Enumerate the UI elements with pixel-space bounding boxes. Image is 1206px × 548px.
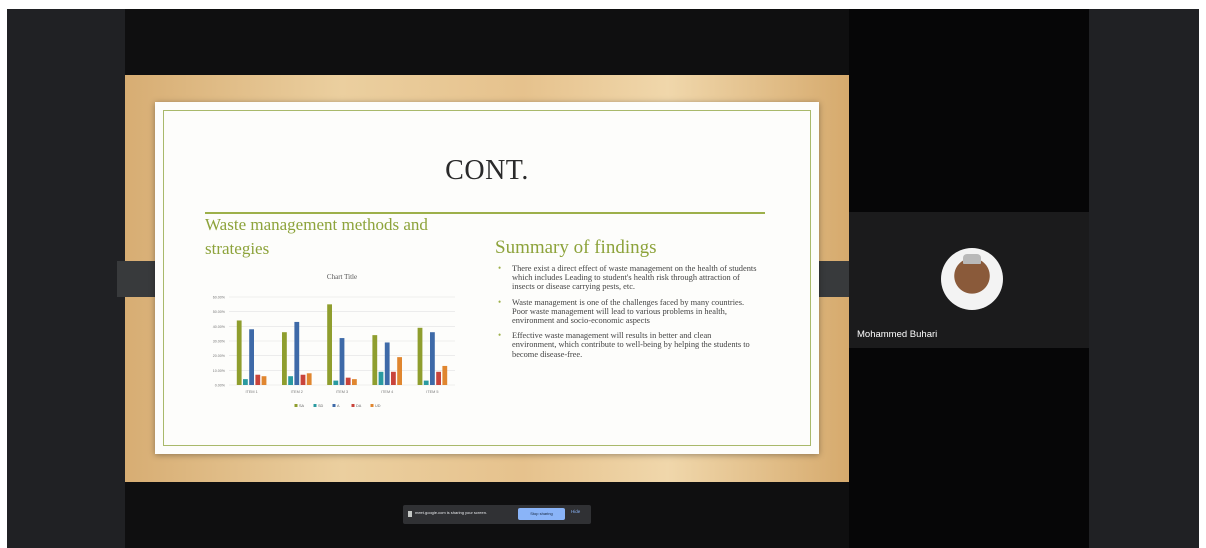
finding-item: There exist a direct effect of waste man…: [495, 264, 757, 292]
bar-ud-5: [442, 365, 448, 385]
left-heading: Waste management methods and strategies: [205, 215, 428, 258]
y-tick-label: 20.00%: [213, 354, 226, 358]
screen-share-bar: meet.google.com is sharing your screen. …: [403, 505, 591, 524]
y-tick-label: 30.00%: [213, 340, 226, 344]
legend-swatch: [294, 404, 298, 407]
avatar: [941, 248, 1003, 310]
x-tick-label: ITEM 1: [245, 390, 257, 394]
slide-title: CONT.: [445, 155, 529, 186]
findings-list: There exist a direct effect of waste man…: [495, 264, 757, 365]
x-tick-label: ITEM 5: [426, 390, 438, 394]
bar-da-4: [391, 371, 396, 385]
bar-ud-1: [261, 376, 267, 385]
bar-chart: Chart Title 0.00% 10.00% 20.00% 30.00% 40.00%…: [213, 273, 455, 408]
bar-sd-3: [333, 380, 339, 385]
meeting-stage: CONT. Waste management methods and strat…: [7, 9, 1199, 548]
y-tick-label: 10.00%: [213, 369, 226, 373]
bar-sa-3: [327, 304, 332, 385]
bar-a-4: [384, 342, 390, 385]
participant-name: Mohammed Buhari: [857, 329, 938, 340]
bar-da-1: [255, 374, 261, 385]
bar-da-2: [300, 374, 306, 385]
legend-label: SD: [318, 404, 324, 408]
finding-item: Effective waste management will results …: [495, 331, 757, 359]
legend-swatch: [351, 404, 355, 407]
shared-screen: CONT. Waste management methods and strat…: [117, 75, 857, 524]
bar-ud-3: [352, 379, 357, 385]
bar-ud-4: [397, 357, 402, 385]
legend-label: A: [337, 404, 340, 408]
finding-item: Waste management is one of the challenge…: [495, 298, 757, 326]
cap-icon: [963, 254, 981, 264]
bar-a-1: [249, 329, 254, 385]
bar-sa-4: [372, 335, 378, 385]
legend-swatch: [313, 404, 317, 407]
share-screen-icon: [408, 511, 412, 517]
y-tick-label: 0.00%: [215, 384, 226, 388]
y-tick-label: 50.00%: [213, 310, 226, 314]
bar-ud-2: [306, 373, 312, 385]
bar-sd-2: [288, 376, 293, 385]
bar-sa-2: [282, 332, 287, 385]
hide-share-bar-button[interactable]: Hide: [571, 509, 580, 514]
presentation-slide: CONT. Waste management methods and strat…: [155, 102, 819, 454]
y-tick-label: 40.00%: [213, 325, 226, 329]
legend-swatch: [370, 404, 374, 407]
bar-a-3: [339, 338, 345, 385]
x-tick-label: ITEM 3: [336, 390, 348, 394]
legend-label: DA: [356, 404, 362, 408]
x-tick-label: ITEM 2: [291, 390, 303, 394]
legend-label: SA: [299, 404, 305, 408]
x-tick-label: ITEM 4: [381, 390, 393, 394]
bar-a-2: [294, 321, 300, 385]
bar-a-5: [430, 332, 435, 385]
chart-title: Chart Title: [327, 273, 357, 281]
legend-swatch: [332, 404, 336, 407]
legend-label: UD: [375, 404, 381, 408]
share-status-text: meet.google.com is sharing your screen.: [415, 510, 488, 515]
bar-sd-5: [423, 380, 429, 385]
stop-sharing-button[interactable]: Stop sharing: [518, 508, 565, 520]
participant-tile[interactable]: Mohammed Buhari: [849, 212, 1089, 348]
bar-sa-5: [417, 327, 423, 385]
bar-da-5: [436, 371, 441, 385]
y-tick-label: 60.00%: [213, 296, 226, 300]
bar-da-3: [345, 377, 351, 385]
bar-sd-4: [378, 371, 384, 385]
bar-sa-1: [236, 320, 242, 385]
bar-sd-1: [243, 379, 248, 385]
right-heading: Summary of findings: [495, 237, 657, 258]
